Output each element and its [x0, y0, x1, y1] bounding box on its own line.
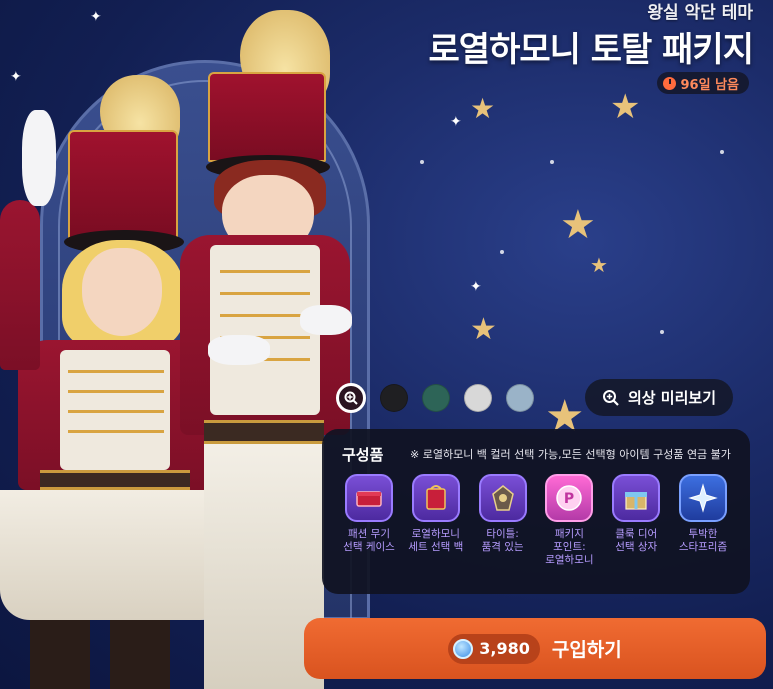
star-prism-icon	[678, 474, 727, 522]
purchase-label: 구입하기	[551, 639, 622, 661]
color-swatch-blue[interactable]	[506, 384, 534, 412]
red-bag-icon	[411, 474, 460, 522]
content-item-label: 로열하모니 세트 선택 백	[408, 528, 464, 553]
package-point-icon: P	[545, 474, 594, 522]
title-badge-icon	[478, 474, 527, 522]
outfit-preview-button[interactable]: 의상 미리보기	[585, 379, 733, 416]
star-dot	[720, 150, 724, 154]
contents-item-list: 패션 무기 선택 케이스 로열하모니 세트 선택 백 타이틀: 품격 있는 P …	[336, 474, 736, 567]
gift-box-icon	[612, 474, 661, 522]
star-decoration: ★	[590, 253, 608, 277]
star-dot	[660, 330, 664, 334]
remaining-days-text: 96일 남음	[680, 77, 740, 93]
color-swatch-white[interactable]	[464, 384, 492, 412]
content-item-label: 투박한 스타프리즘	[678, 528, 728, 553]
zoom-icon	[602, 389, 619, 406]
content-item-label: 패션 무기 선택 케이스	[343, 528, 395, 553]
content-item-label: 클룩 디어 선택 상자	[615, 528, 658, 553]
red-weapon-case-icon	[345, 474, 393, 522]
star-decoration: ✦	[470, 279, 482, 295]
content-item[interactable]: 클룩 디어 선택 상자	[603, 474, 669, 567]
star-decoration: ✦	[450, 114, 462, 130]
price-value: 3,980	[479, 639, 530, 658]
star-dot	[500, 250, 504, 254]
content-item[interactable]: P 패키지 포인트: 로열하모니	[536, 474, 602, 567]
star-decoration: ★	[470, 92, 496, 125]
purchase-button[interactable]: 3,980 구입하기	[304, 618, 766, 679]
content-item[interactable]: 로열하모니 세트 선택 백	[403, 474, 469, 567]
color-swatch-black[interactable]	[380, 384, 408, 412]
clock-icon	[662, 76, 676, 90]
contents-title: 구성품	[342, 446, 384, 464]
star-decoration: ★	[610, 87, 641, 127]
price-pill: 3,980	[448, 633, 540, 664]
content-item-label: 패키지 포인트: 로열하모니	[545, 528, 594, 566]
star-dot	[550, 160, 554, 164]
content-item[interactable]: 패션 무기 선택 케이스	[336, 474, 402, 567]
theme-subtitle: 왕실 악단 테마	[647, 3, 753, 23]
star-decoration: ★	[560, 202, 596, 248]
contents-note: ※ 로열하모니 백 컬러 선택 가능,모든 선택형 아이템 구성품 연금 불가	[410, 448, 731, 461]
content-item[interactable]: 투박한 스타프리즘	[670, 474, 736, 567]
crystal-coin-icon	[453, 638, 474, 659]
color-swatch-green[interactable]	[422, 384, 450, 412]
content-item[interactable]: 타이틀: 품격 있는	[470, 474, 536, 567]
star-decoration: ★	[470, 312, 497, 347]
star-dot	[420, 160, 424, 164]
content-item-label: 타이틀: 품격 있는	[481, 528, 524, 553]
star-decoration: ✦	[90, 9, 102, 25]
color-swatch-row	[336, 383, 534, 413]
package-contents-panel: 구성품 ※ 로열하모니 백 컬러 선택 가능,모든 선택형 아이템 구성품 연금…	[322, 429, 750, 594]
svg-text:P: P	[564, 491, 574, 507]
remaining-days-badge: 96일 남음	[656, 72, 749, 94]
outfit-preview-label: 의상 미리보기	[627, 389, 717, 407]
zoom-icon	[344, 391, 358, 405]
package-title: 로열하모니 토탈 패키지	[428, 30, 754, 70]
color-swatch-zoom[interactable]	[336, 383, 366, 413]
